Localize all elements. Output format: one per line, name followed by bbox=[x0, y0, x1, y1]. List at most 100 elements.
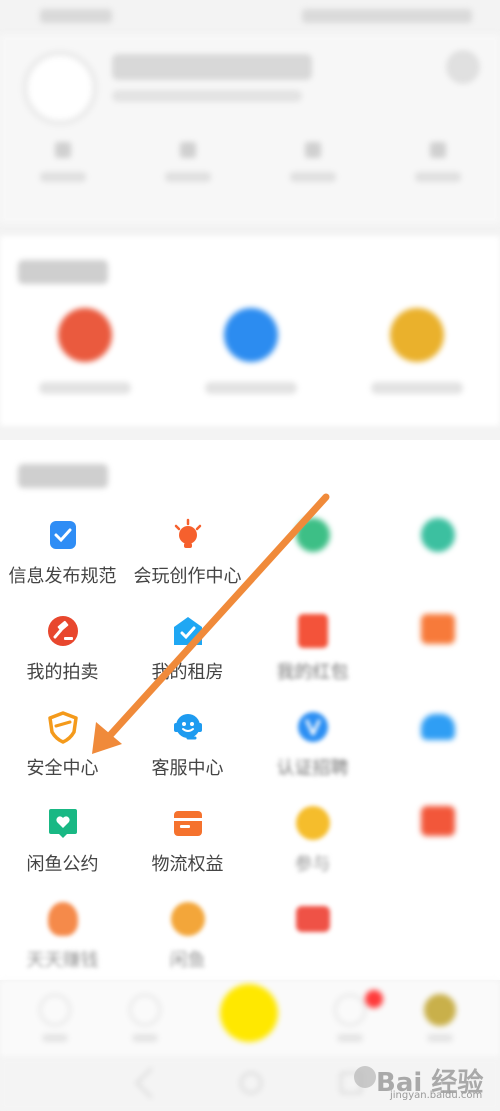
carrier-info bbox=[40, 9, 112, 23]
stat-label bbox=[414, 172, 461, 182]
settings-icon[interactable] bbox=[446, 50, 480, 84]
home-button-icon[interactable] bbox=[240, 1072, 262, 1094]
tool-label: 天天赚钱 bbox=[26, 950, 99, 971]
baidu-jingyan-watermark: Bai 经验 jingyan.baidu.com bbox=[350, 1058, 490, 1106]
tool-security-center[interactable]: 安全中心 bbox=[0, 710, 125, 806]
tool-label: 客服中心 bbox=[151, 758, 224, 779]
eighty-family-icon bbox=[170, 902, 205, 936]
stat-item[interactable] bbox=[398, 142, 478, 202]
house-check-icon bbox=[171, 614, 205, 648]
tab-label bbox=[42, 1034, 68, 1042]
heart-pact-icon bbox=[46, 806, 80, 840]
stat-item[interactable] bbox=[148, 142, 228, 202]
tab-label bbox=[132, 1034, 158, 1042]
services-title bbox=[18, 260, 108, 284]
tab-home[interactable] bbox=[25, 994, 85, 1042]
tool-label: 信息发布规范 bbox=[8, 566, 117, 587]
teal-icon bbox=[420, 518, 455, 552]
video-icon bbox=[295, 906, 330, 940]
lightbulb-icon bbox=[171, 518, 205, 552]
shield-icon bbox=[46, 710, 80, 744]
tool-participate[interactable]: 参与 bbox=[250, 806, 375, 902]
notification-badge bbox=[365, 990, 383, 1008]
tool-label: 安全中心 bbox=[26, 758, 99, 779]
tool-publish-rules[interactable]: 信息发布规范 bbox=[0, 518, 125, 614]
blue-cloud-icon bbox=[420, 714, 455, 748]
bottom-tab-bar bbox=[0, 980, 500, 1058]
orange-icon bbox=[420, 614, 455, 648]
profile-icon bbox=[424, 994, 456, 1026]
auction-hammer-icon bbox=[46, 614, 80, 648]
tab-label bbox=[427, 1034, 453, 1042]
tool-label: 我的租房 bbox=[151, 662, 224, 683]
logistics-box-icon bbox=[171, 806, 205, 840]
stat-label bbox=[164, 172, 211, 182]
yellow-coin-icon bbox=[295, 806, 330, 840]
username bbox=[112, 54, 312, 80]
paw-logo-icon bbox=[354, 1066, 376, 1088]
service-label bbox=[39, 382, 131, 394]
watermark-url: jingyan.baidu.com bbox=[390, 1090, 483, 1101]
services-card bbox=[0, 236, 500, 426]
publish-rules-icon bbox=[46, 518, 80, 552]
service-item[interactable] bbox=[186, 308, 316, 394]
red-circle-icon bbox=[58, 308, 112, 362]
tool-my-auction[interactable]: 我的拍卖 bbox=[0, 614, 125, 710]
pond-icon bbox=[129, 994, 161, 1026]
stat-label bbox=[289, 172, 336, 182]
tool-label: 参与 bbox=[294, 854, 331, 875]
message-icon bbox=[334, 994, 366, 1026]
tool-item[interactable] bbox=[375, 518, 500, 614]
service-label bbox=[371, 382, 463, 394]
stat-icon bbox=[54, 142, 71, 158]
home-icon bbox=[39, 994, 71, 1026]
stat-label bbox=[39, 172, 86, 182]
tool-my-rental[interactable]: 我的租房 bbox=[125, 614, 250, 710]
stat-icon bbox=[429, 142, 446, 158]
yellow-circle-icon bbox=[390, 308, 444, 362]
service-label bbox=[205, 382, 297, 394]
service-item[interactable] bbox=[352, 308, 482, 394]
tab-label bbox=[337, 1034, 363, 1042]
tool-logistics-rights[interactable]: 物流权益 bbox=[125, 806, 250, 902]
tool-item[interactable] bbox=[375, 806, 500, 902]
green-icon bbox=[295, 518, 330, 552]
tab-fish-pond[interactable] bbox=[115, 994, 175, 1042]
tool-xianyu-pact[interactable]: 闲鱼公约 bbox=[0, 806, 125, 902]
tool-red-packet[interactable]: 我的红包 bbox=[250, 614, 375, 710]
tools-card: 信息发布规范 会玩创作中心 我的拍卖 我的租房 我的红包 安全中心 客服中心 认… bbox=[0, 440, 500, 980]
verified-v-icon bbox=[296, 710, 330, 744]
service-item[interactable] bbox=[20, 308, 150, 394]
stat-icon bbox=[304, 142, 321, 158]
money-bag-icon bbox=[46, 902, 80, 936]
status-bar bbox=[0, 0, 500, 34]
user-subtitle bbox=[112, 90, 302, 102]
tool-customer-service[interactable]: 客服中心 bbox=[125, 710, 250, 806]
avatar[interactable] bbox=[22, 50, 98, 126]
tool-label: 认证招聘 bbox=[276, 758, 349, 779]
status-icons bbox=[302, 9, 472, 23]
tool-label: 我的拍卖 bbox=[26, 662, 99, 683]
customer-service-icon bbox=[171, 710, 205, 744]
tool-verified-recruit[interactable]: 认证招聘 bbox=[250, 710, 375, 806]
tool-creation-center[interactable]: 会玩创作中心 bbox=[125, 518, 250, 614]
stats-row bbox=[0, 142, 500, 202]
tool-label: 会玩创作中心 bbox=[133, 566, 242, 587]
blue-circle-icon bbox=[224, 308, 278, 362]
tool-label: 我的红包 bbox=[276, 662, 349, 683]
back-icon[interactable] bbox=[135, 1067, 167, 1099]
tool-item[interactable] bbox=[375, 614, 500, 710]
stat-item[interactable] bbox=[23, 142, 103, 202]
stat-item[interactable] bbox=[273, 142, 353, 202]
profile-header bbox=[0, 34, 500, 224]
tools-title bbox=[18, 464, 108, 488]
stat-icon bbox=[179, 142, 196, 158]
tool-label: 闲鱼 bbox=[169, 950, 206, 971]
publish-button[interactable] bbox=[220, 984, 278, 1042]
red-packet-icon bbox=[296, 614, 330, 648]
tool-item[interactable] bbox=[375, 710, 500, 806]
tool-item[interactable] bbox=[250, 518, 375, 614]
red-folder-icon bbox=[420, 806, 455, 840]
tool-label: 物流权益 bbox=[151, 854, 224, 875]
tab-mine[interactable] bbox=[410, 994, 470, 1042]
